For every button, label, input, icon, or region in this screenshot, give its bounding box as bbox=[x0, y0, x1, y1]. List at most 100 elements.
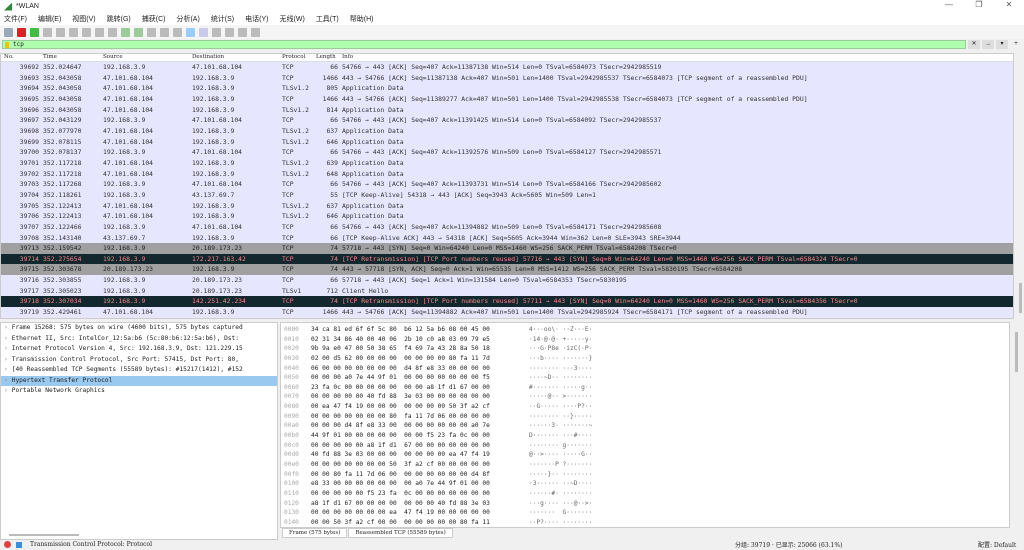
resize-columns-icon[interactable] bbox=[251, 27, 260, 37]
packet-row[interactable]: 39708 352.143140 43.137.69.7 192.168.3.9 TCP… bbox=[1, 232, 1013, 244]
hex-ascii[interactable]: ····~D·· ········ bbox=[529, 373, 592, 383]
packet-row[interactable]: 39699 352.078115 47.101.68.104 192.168.3.9 T… bbox=[1, 136, 1013, 148]
tab-reassembled-tcp[interactable]: Reassembled TCP (55589 bytes) bbox=[348, 528, 453, 538]
menu-item[interactable]: 跳转(G) bbox=[107, 14, 131, 24]
packet-row[interactable]: 39694 352.043058 47.101.68.104 192.168.3.9 T… bbox=[1, 83, 1013, 94]
reload-file-icon[interactable] bbox=[95, 27, 104, 37]
capture-options-icon[interactable] bbox=[43, 27, 52, 37]
hex-bytes[interactable]: 02 00 d5 62 00 00 00 00 00 00 00 00 80 f… bbox=[311, 354, 490, 364]
minimize-button[interactable]: — bbox=[934, 0, 964, 9]
go-back-icon[interactable] bbox=[121, 27, 130, 37]
packet-row[interactable]: 39706 352.122413 47.101.68.104 192.168.3.9 T… bbox=[1, 211, 1013, 222]
add-filter-button[interactable]: + bbox=[1010, 40, 1022, 49]
packet-row[interactable]: 39704 352.118261 192.168.3.9 43.137.69.7 TCP… bbox=[1, 189, 1013, 201]
hex-bytes[interactable]: 00 00 50 3f a2 cf 00 00 00 00 00 00 00 8… bbox=[311, 518, 490, 528]
close-button[interactable]: ✕ bbox=[994, 0, 1024, 9]
last-packet-icon[interactable] bbox=[173, 27, 182, 37]
status-profile[interactable]: 配置: Default bbox=[978, 540, 1016, 549]
autoscroll-icon[interactable] bbox=[186, 27, 195, 37]
packet-row[interactable]: 39717 352.305023 192.168.3.9 20.189.173.23 T… bbox=[1, 285, 1013, 297]
menu-item[interactable]: 分析(A) bbox=[176, 14, 199, 24]
expert-info-icon[interactable] bbox=[4, 541, 11, 548]
column-length[interactable]: Length bbox=[316, 54, 336, 60]
hex-ascii[interactable]: ········ ···3···· bbox=[529, 364, 592, 374]
packet-row[interactable]: 39719 352.429461 47.101.68.104 192.168.3.9 T… bbox=[1, 307, 1013, 318]
details-tree-item[interactable]: › Portable Network Graphics bbox=[1, 386, 277, 397]
hex-ascii[interactable]: ·3······ ··~D···· bbox=[529, 479, 592, 489]
details-tree-item[interactable]: › Frame 15268: 575 bytes on wire (4600 bi… bbox=[1, 323, 277, 334]
hex-bytes[interactable]: a8 1f d1 67 00 00 00 00 00 00 00 40 fd 8… bbox=[311, 499, 490, 509]
menu-item[interactable]: 视图(V) bbox=[72, 14, 95, 24]
packet-row[interactable]: 39693 352.043058 47.101.68.104 192.168.3.9 T… bbox=[1, 72, 1013, 84]
hex-ascii[interactable]: ···G·P8e ·izC(·P· bbox=[529, 344, 592, 354]
colorize-icon[interactable] bbox=[199, 27, 208, 37]
hex-bytes[interactable]: 00 00 00 00 00 f5 23 fa 0c 00 00 00 00 0… bbox=[311, 489, 490, 499]
tab-frame-bytes[interactable]: Frame (575 bytes) bbox=[282, 528, 348, 538]
hex-ascii[interactable]: #······· ·····g·· bbox=[529, 383, 592, 393]
display-filter-input[interactable]: tcp bbox=[2, 40, 966, 49]
packet-row[interactable]: 39718 352.307034 192.168.3.9 142.251.42.234… bbox=[1, 296, 1013, 308]
packet-row[interactable]: 39714 352.275654 192.168.3.9 172.217.163.42… bbox=[1, 253, 1013, 265]
hex-bytes[interactable]: 00 00 00 00 00 00 00 80 fa 11 7d 06 00 0… bbox=[311, 412, 490, 422]
hex-ascii[interactable]: ·····}·· ········ bbox=[529, 470, 592, 480]
expand-arrow-icon[interactable]: › bbox=[4, 366, 8, 373]
hex-bytes[interactable]: 00 00 00 00 00 40 fd 88 3e 03 00 00 00 0… bbox=[311, 392, 490, 402]
menu-item[interactable]: 文件(F) bbox=[4, 14, 27, 24]
details-tree-item[interactable]: › Ethernet II, Src: IntelCor_12:5a:b6 (5c… bbox=[1, 334, 277, 345]
details-tree-item[interactable]: › Hypertext Transfer Protocol bbox=[1, 375, 277, 386]
hex-bytes[interactable]: 40 fd 88 3e 03 00 00 00 00 00 00 00 ea 4… bbox=[311, 450, 490, 460]
hex-bytes[interactable]: e8 33 00 00 00 00 00 00 00 a0 7e 44 9f 0… bbox=[311, 479, 490, 489]
column-protocol[interactable]: Protocol bbox=[282, 54, 305, 60]
bookmark-icon[interactable] bbox=[5, 42, 9, 48]
restart-capture-icon[interactable] bbox=[30, 27, 39, 37]
hex-ascii[interactable]: ···b···· ·······} bbox=[529, 354, 592, 364]
hex-bytes[interactable]: 00 00 00 00 00 a8 1f d1 67 00 00 00 00 0… bbox=[311, 441, 490, 451]
hex-ascii[interactable]: ······· G······· bbox=[529, 508, 592, 518]
column-source[interactable]: Source bbox=[103, 54, 123, 60]
menu-item[interactable]: 编辑(E) bbox=[38, 14, 61, 24]
details-tree-item[interactable]: › [40 Reassembled TCP Segments (55589 byt… bbox=[1, 365, 277, 376]
hex-ascii[interactable]: ······#· ········ bbox=[529, 489, 592, 499]
menu-item[interactable]: 工具(T) bbox=[316, 14, 339, 24]
menu-item[interactable]: 捕获(C) bbox=[142, 14, 166, 24]
details-tree-item[interactable]: › Transmission Control Protocol, Src Port… bbox=[1, 355, 277, 366]
packet-row[interactable]: 39713 352.159542 192.168.3.9 20.189.173.23 T… bbox=[1, 243, 1013, 254]
expand-arrow-icon[interactable]: › bbox=[4, 387, 8, 394]
menu-item[interactable]: 统计(S) bbox=[211, 14, 234, 24]
menu-item[interactable]: 无线(W) bbox=[280, 14, 305, 24]
menu-item[interactable]: 电话(Y) bbox=[245, 14, 268, 24]
hex-bytes[interactable]: 00 00 00 a0 7e 44 9f 01 00 00 00 00 00 0… bbox=[311, 373, 490, 383]
details-horizontal-scrollbar[interactable] bbox=[9, 534, 79, 536]
hex-ascii[interactable]: ···g···· ···@··>· bbox=[529, 499, 592, 509]
hex-ascii[interactable]: @··>···· ·····G·· bbox=[529, 450, 592, 460]
column-no[interactable]: No. bbox=[4, 54, 42, 60]
packet-row[interactable]: 39707 352.122466 192.168.3.9 47.101.68.104 T… bbox=[1, 221, 1013, 233]
packet-row[interactable]: 39705 352.122413 47.101.68.104 192.168.3.9 T… bbox=[1, 200, 1013, 212]
open-file-icon[interactable] bbox=[56, 27, 65, 37]
details-tree-item[interactable]: › Internet Protocol Version 4, Src: 192.1… bbox=[1, 344, 277, 355]
go-to-packet-icon[interactable] bbox=[147, 27, 156, 37]
hex-ascii[interactable]: ········ g······· bbox=[529, 441, 592, 451]
hex-ascii[interactable]: 4···oo\· ··Z···E· bbox=[529, 325, 592, 335]
hex-bytes[interactable]: 9b 9a e0 47 00 50 38 65 f4 69 7a 43 28 8… bbox=[311, 344, 490, 354]
bytes-scrollbar[interactable] bbox=[1012, 322, 1022, 528]
close-file-icon[interactable] bbox=[82, 27, 91, 37]
zoom-normal-icon[interactable] bbox=[238, 27, 247, 37]
column-destination[interactable]: Destination bbox=[192, 54, 224, 60]
packet-row[interactable]: 39697 352.043129 192.168.3.9 47.101.68.104 T… bbox=[1, 115, 1013, 126]
first-packet-icon[interactable] bbox=[160, 27, 169, 37]
hex-ascii[interactable]: ······3· ·······~ bbox=[529, 421, 592, 431]
expand-arrow-icon[interactable]: › bbox=[4, 324, 8, 331]
packet-row[interactable]: 39703 352.117268 192.168.3.9 47.101.68.104 T… bbox=[1, 179, 1013, 190]
hex-bytes[interactable]: 06 00 00 00 00 00 00 00 d4 8f e8 33 00 0… bbox=[311, 364, 490, 374]
apply-filter-button[interactable]: → bbox=[982, 40, 994, 49]
packet-row[interactable]: 39698 352.077970 47.101.68.104 192.168.3.9 T… bbox=[1, 125, 1013, 137]
hex-bytes[interactable]: 23 fa 0c 00 00 00 00 00 00 00 a8 1f d1 6… bbox=[311, 383, 490, 393]
start-capture-icon[interactable] bbox=[4, 27, 13, 37]
packet-row[interactable]: 39715 352.303678 20.189.173.23 192.168.3.9 T… bbox=[1, 264, 1013, 276]
hex-bytes[interactable]: 34 ca 81 ed 6f 6f 5c 80 b6 12 5a b6 08 0… bbox=[311, 325, 490, 335]
hex-ascii[interactable]: D······· ···#···· bbox=[529, 431, 592, 441]
hex-ascii[interactable]: ··G····· ····P?·· bbox=[529, 402, 592, 412]
hex-ascii[interactable]: ·····@·· >······· bbox=[529, 392, 592, 402]
filter-history-dropdown[interactable]: ▾ bbox=[996, 40, 1008, 49]
